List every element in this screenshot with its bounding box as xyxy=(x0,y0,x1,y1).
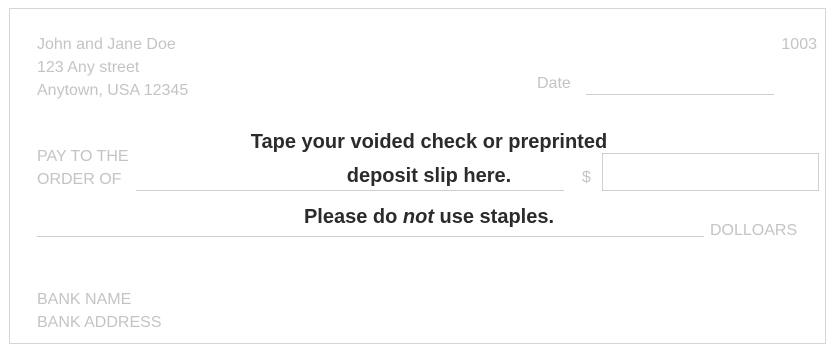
owner-city: Anytown, USA 12345 xyxy=(37,82,189,99)
instruction-line3: Please do not use staples. xyxy=(217,202,641,232)
date-line xyxy=(586,94,774,95)
instruction-line1: Tape your voided check or preprinted xyxy=(250,131,608,153)
amount-words-label: DOLLOARS xyxy=(710,222,798,239)
payee-label-line1: PAY TO THE xyxy=(37,148,129,165)
amount-words-line xyxy=(37,236,704,237)
instruction-line3-end: use staples. xyxy=(433,206,555,228)
owner-street: 123 Any street xyxy=(37,59,140,76)
bank-address: BANK ADDRESS xyxy=(37,314,162,331)
bank-name: BANK NAME xyxy=(37,291,132,308)
instruction-line3-start: Please do xyxy=(303,206,403,228)
sample-check: John and Jane Doe 123 Any street Anytown… xyxy=(9,8,826,344)
date-label: Date xyxy=(537,75,571,92)
instruction-line2: deposit slip here. xyxy=(346,165,512,187)
instruction-emphasis: not xyxy=(402,206,434,228)
check-number: 1003 xyxy=(781,36,817,53)
owner-name: John and Jane Doe xyxy=(37,36,176,53)
payee-label-line2: ORDER OF xyxy=(37,171,122,188)
